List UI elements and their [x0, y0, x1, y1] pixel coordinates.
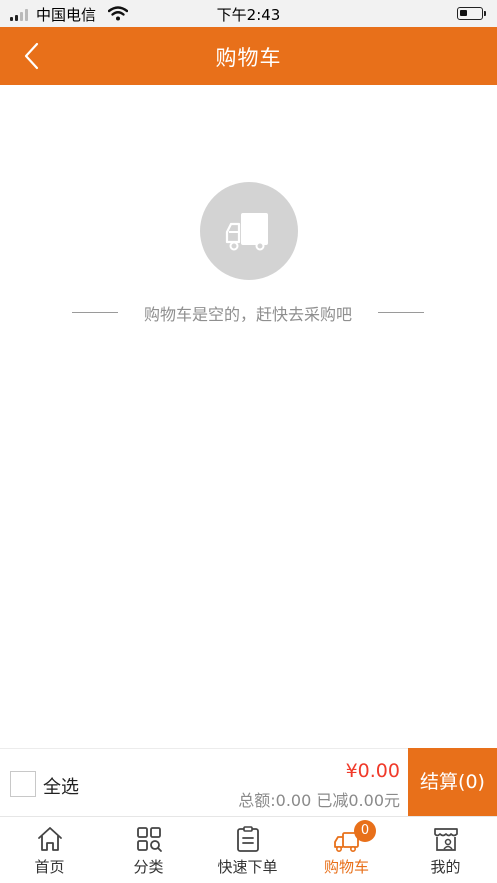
tab-mine[interactable]: 我的 [396, 817, 495, 883]
empty-cart-illustration [200, 182, 298, 280]
tab-cart-label: 购物车 [323, 858, 369, 876]
select-all-label[interactable]: 全选 [43, 773, 79, 799]
tab-category[interactable]: 分类 [99, 817, 198, 883]
empty-message: 购物车是空的，赶快去采购吧 [143, 305, 352, 324]
total-detail: 总额:0.00 已减0.00元 [238, 791, 400, 810]
tab-category-label: 分类 [133, 858, 164, 876]
select-all-checkbox[interactable] [10, 771, 36, 797]
tab-quick-order[interactable]: 快速下单 [198, 817, 297, 883]
home-icon [38, 827, 62, 851]
status-time: 下午2:43 [216, 6, 281, 24]
page-title: 购物车 [215, 46, 282, 70]
nav-bar: 购物车 [0, 27, 497, 85]
cart-count-badge: 0 [354, 820, 376, 842]
tab-cart[interactable]: 0 购物车 [297, 817, 396, 883]
divider-right [378, 312, 424, 313]
tab-home[interactable]: 首页 [0, 817, 99, 883]
tab-home-label: 首页 [34, 858, 65, 876]
checkout-bar: 全选 ¥0.00 总额:0.00 已减0.00元 结算(0) [0, 748, 497, 816]
profile-store-icon [434, 828, 458, 851]
tab-mine-label: 我的 [430, 858, 461, 876]
empty-message-row: 购物车是空的，赶快去采购吧 [72, 301, 424, 325]
checkout-button[interactable]: 结算(0) [408, 748, 497, 816]
status-bar: 中国电信 下午2:43 [0, 0, 497, 27]
total-price: ¥0.00 [345, 760, 400, 782]
clipboard-icon [237, 826, 259, 852]
chevron-left-icon[interactable] [18, 41, 48, 71]
category-grid-icon [137, 827, 162, 852]
tab-quick-order-label: 快速下单 [217, 858, 278, 876]
delivery-truck-icon [225, 213, 268, 251]
tab-bar: 首页 分类 快速下单 0 购物车 我的 [0, 816, 497, 883]
battery-icon [457, 7, 486, 20]
